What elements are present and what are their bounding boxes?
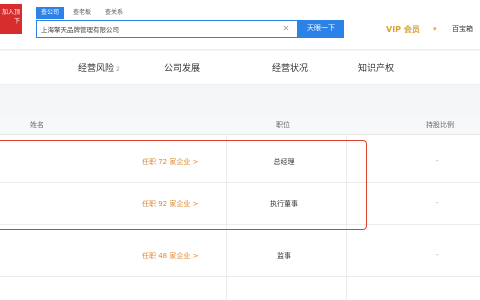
- logo-text-1: 加入顶: [2, 9, 21, 16]
- company-page: 加入顶 下 查公司 查老板 查关系 ✕ 天眼一下 VIP 会员 ▾ 百宝箱 经营…: [0, 0, 480, 300]
- nav-item-company-development[interactable]: 公司发展: [164, 61, 200, 74]
- clear-icon[interactable]: ✕: [281, 24, 291, 34]
- table-row: 任职 92 家企业 > 执行董事 -: [0, 185, 480, 225]
- nav-item-business-status[interactable]: 经营状况: [272, 61, 308, 74]
- search-button[interactable]: 天眼一下: [298, 20, 344, 38]
- nav-item-label: 知识产权: [358, 64, 395, 74]
- share-cell: -: [436, 251, 439, 259]
- toolbox-link[interactable]: 百宝箱: [452, 24, 473, 34]
- section-nav: 经营风险 2 公司发展 经营状况 知识产权: [0, 51, 480, 85]
- search-input[interactable]: [41, 21, 271, 37]
- position-cell: 执行董事: [270, 200, 298, 208]
- nav-item-business-risk[interactable]: 经营风险 2: [78, 61, 120, 74]
- share-cell: -: [436, 157, 439, 165]
- tab-search-relation[interactable]: 查关系: [100, 7, 128, 19]
- position-cell: 监事: [277, 252, 291, 260]
- share-cell: -: [436, 199, 439, 207]
- column-header-share: 持股比例: [426, 121, 454, 129]
- table-header: 姓名 职位 持股比例: [0, 115, 480, 135]
- positions-count-link[interactable]: 任职 48 家企业 >: [142, 251, 198, 261]
- positions-count-link[interactable]: 任职 72 家企业 >: [142, 157, 198, 167]
- executives-table: 姓名 职位 持股比例 任职 72 家企业 > 总经理 - 任职 92 家企业 >…: [0, 115, 480, 300]
- search-box: ✕: [36, 20, 298, 38]
- column-header-name: 姓名: [30, 121, 44, 129]
- column-header-position: 职位: [276, 121, 290, 129]
- nav-item-intellectual-property[interactable]: 知识产权: [358, 61, 394, 74]
- search-type-tabs: 查公司 查老板 查关系: [36, 7, 128, 19]
- table-row: 任职 48 家企业 > 监事 -: [0, 237, 480, 277]
- tab-search-boss[interactable]: 查老板: [68, 7, 96, 19]
- caret-down-icon[interactable]: ▾: [433, 25, 437, 33]
- nav-item-label: 经营状况: [272, 64, 309, 74]
- tab-search-company[interactable]: 查公司: [36, 7, 65, 19]
- nav-item-count: 2: [116, 66, 120, 73]
- logo-text-2: 下: [13, 18, 20, 25]
- vip-member-link[interactable]: VIP 会员: [386, 24, 420, 35]
- positions-count-link[interactable]: 任职 92 家企业 >: [142, 199, 198, 209]
- nav-item-label: 经营风险: [78, 64, 115, 74]
- top-header: 加入顶 下 查公司 查老板 查关系 ✕ 天眼一下 VIP 会员 ▾ 百宝箱: [0, 0, 480, 50]
- position-cell: 总经理: [273, 158, 295, 166]
- table-row: 任职 72 家企业 > 总经理 -: [0, 143, 480, 183]
- brand-logo[interactable]: 加入顶 下: [0, 4, 22, 34]
- nav-item-label: 公司发展: [164, 64, 201, 74]
